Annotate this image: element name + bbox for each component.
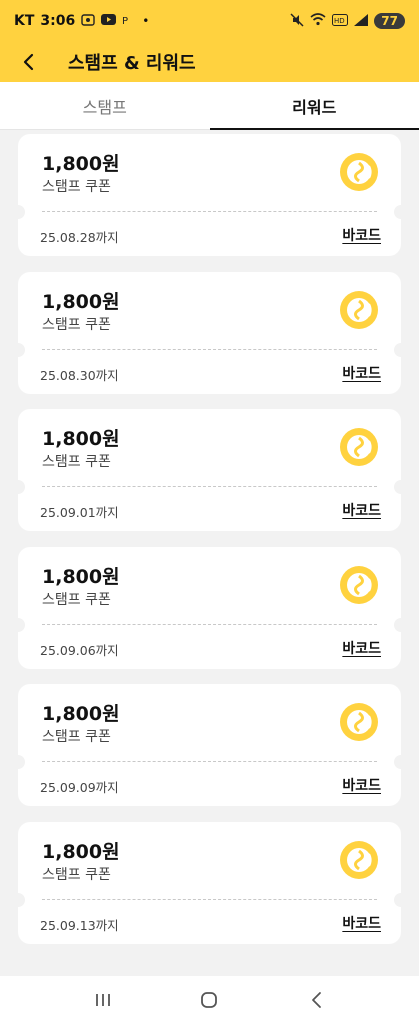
- ticket-notch: [394, 892, 401, 907]
- coupon-card[interactable]: 1,800원 스탬프 쿠폰 25.09.09까지 바코드: [18, 684, 401, 806]
- coupon-amount: 1,800원: [42, 840, 120, 863]
- ticket-notch: [18, 755, 25, 769]
- back-button[interactable]: [0, 42, 56, 82]
- ticket-notch: [18, 480, 25, 494]
- hd-icon: HD: [332, 13, 349, 29]
- dashed-divider: [42, 348, 377, 350]
- coupon-card[interactable]: 1,800원 스탬프 쿠폰 25.09.06까지 바코드: [18, 546, 401, 669]
- ticket-notch: [18, 892, 25, 907]
- recent-apps-button[interactable]: [73, 980, 133, 1020]
- coupon-type: 스탬프 쿠폰: [42, 316, 111, 333]
- coupon-type: 스탬프 쿠폰: [42, 454, 111, 470]
- coupon-amount: 1,800원: [42, 153, 120, 175]
- coupon-amount: 1,800원: [42, 565, 120, 588]
- signal-icon: [354, 13, 369, 29]
- barcode-button[interactable]: 바코드: [342, 363, 381, 383]
- coupon-card[interactable]: 1,800원 스탬프 쿠폰 25.08.28까지 바코드: [18, 134, 401, 256]
- page-title: 스탬프 & 리워드: [68, 53, 196, 74]
- coupon-type: 스탬프 쿠폰: [42, 729, 111, 745]
- compose-coffee-logo-icon: [340, 703, 378, 741]
- dashed-divider: [42, 761, 377, 762]
- coupon-expiry: 25.08.28까지: [40, 230, 119, 245]
- coupon-type: 스탬프 쿠폰: [42, 866, 111, 883]
- coupon-card[interactable]: 1,800원 스탬프 쿠폰 25.09.01까지 바코드: [18, 409, 401, 531]
- compose-coffee-logo-icon: [340, 840, 378, 879]
- tab-stamp[interactable]: 스탬프: [0, 82, 210, 129]
- coupon-type: 스탬프 쿠폰: [42, 591, 111, 608]
- back-arrow-icon: [23, 53, 34, 71]
- dashed-divider: [42, 898, 377, 900]
- tab-reward[interactable]: 리워드: [209, 82, 419, 130]
- coupon-type: 스탬프 쿠폰: [42, 179, 111, 195]
- youtube-icon: [101, 14, 117, 28]
- wifi-icon: [310, 13, 326, 29]
- ticket-notch: [394, 617, 401, 632]
- carrier: KT: [14, 13, 35, 29]
- dot-icon: •: [142, 14, 150, 28]
- ticket-notch: [18, 617, 25, 632]
- ticket-notch: [18, 342, 25, 357]
- coupon-amount: 1,800원: [42, 428, 120, 450]
- coupon-amount: 1,800원: [42, 703, 120, 725]
- dashed-divider: [42, 623, 377, 625]
- tab-bar: 스탬프 리워드: [0, 82, 419, 130]
- ticket-notch: [394, 755, 401, 769]
- battery-indicator: 77: [374, 13, 405, 29]
- compose-coffee-logo-icon: [340, 290, 378, 329]
- barcode-button[interactable]: 바코드: [342, 775, 381, 795]
- system-nav-bar: [0, 976, 419, 1024]
- recent-apps-icon: [96, 994, 111, 1006]
- status-bar: KT 3:06 P • HD 77: [0, 0, 419, 42]
- svg-text:HD: HD: [334, 17, 345, 25]
- ticket-notch: [394, 342, 401, 357]
- compose-coffee-logo-icon: [340, 428, 378, 466]
- ticket-notch: [18, 205, 25, 219]
- app-bar: 스탬프 & 리워드: [0, 42, 419, 82]
- home-button[interactable]: [179, 980, 239, 1020]
- ticket-notch: [394, 480, 401, 494]
- coupon-expiry: 25.09.09까지: [40, 780, 119, 795]
- dashed-divider: [42, 211, 377, 212]
- mute-icon: [290, 12, 304, 30]
- ticket-notch: [394, 205, 401, 219]
- pay-icon: P: [122, 13, 136, 30]
- svg-text:P: P: [122, 16, 128, 27]
- barcode-button[interactable]: 바코드: [342, 913, 381, 933]
- coupon-card[interactable]: 1,800원 스탬프 쿠폰 25.08.30까지 바코드: [18, 271, 401, 394]
- home-icon: [201, 992, 218, 1008]
- screenshot-icon: [81, 13, 95, 29]
- system-back-button[interactable]: [286, 980, 346, 1020]
- coupon-expiry: 25.09.13까지: [40, 917, 119, 933]
- coupon-card[interactable]: 1,800원 스탬프 쿠폰 25.09.13까지 바코드: [18, 821, 401, 944]
- compose-coffee-logo-icon: [340, 565, 378, 604]
- coupon-expiry: 25.09.01까지: [40, 505, 119, 520]
- back-icon: [311, 992, 321, 1008]
- clock: 3:06: [40, 13, 76, 29]
- barcode-button[interactable]: 바코드: [342, 500, 381, 520]
- barcode-button[interactable]: 바코드: [342, 225, 381, 245]
- coupon-expiry: 25.09.06까지: [40, 642, 119, 658]
- coupon-amount: 1,800원: [42, 290, 120, 313]
- coupon-expiry: 25.08.30까지: [40, 367, 119, 383]
- dashed-divider: [42, 486, 377, 487]
- coupon-list: 1,800원 스탬프 쿠폰 25.08.28까지 바코드 1,800원 스탬프 …: [18, 134, 401, 974]
- barcode-button[interactable]: 바코드: [342, 638, 381, 658]
- compose-coffee-logo-icon: [340, 153, 378, 191]
